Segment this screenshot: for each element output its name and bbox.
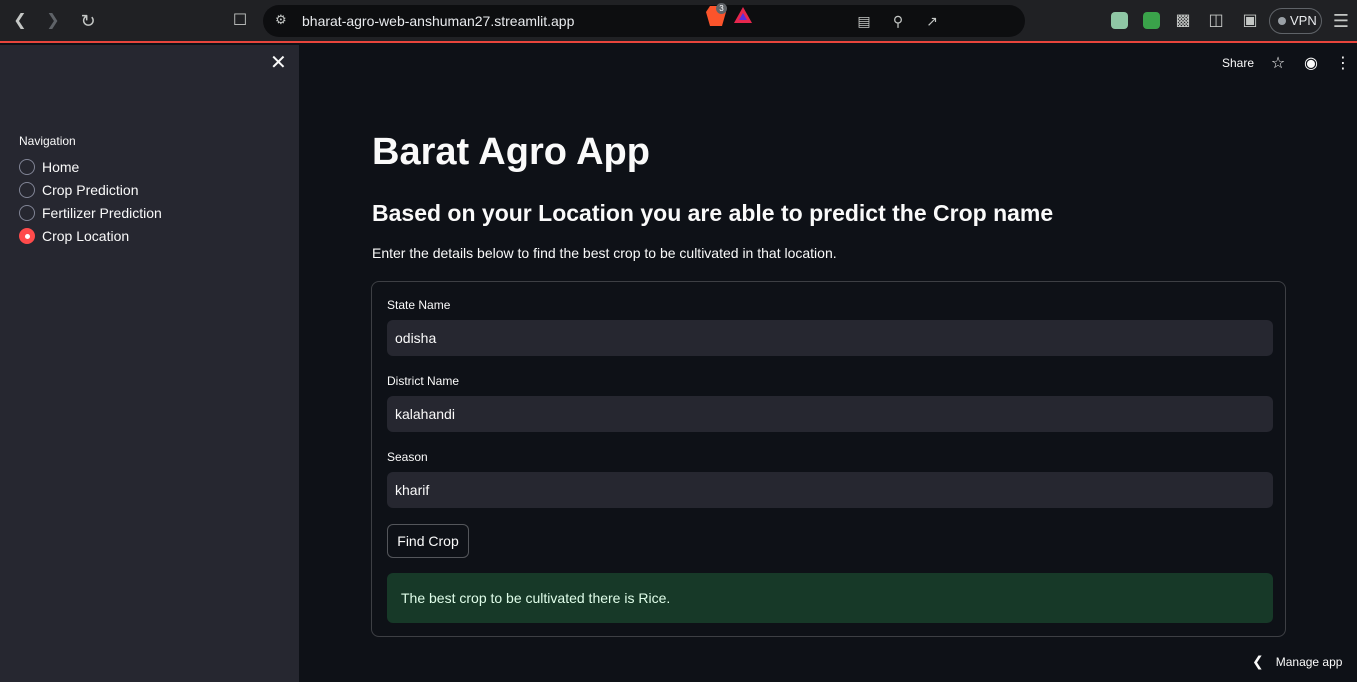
extension-chat-icon[interactable]: [1111, 12, 1128, 29]
nav-radio-crop-location[interactable]: Crop Location: [19, 226, 129, 246]
season-input[interactable]: kharif: [387, 472, 1273, 508]
menu-icon[interactable]: ☰: [1331, 11, 1351, 31]
browser-toolbar: ❮ ❯ ↻ ☐ ⚙ bharat-agro-web-anshuman27.str…: [0, 0, 1357, 43]
cast-icon[interactable]: ▤: [855, 12, 873, 30]
navigation-label: Navigation: [19, 134, 76, 148]
district-name-label: District Name: [387, 374, 460, 388]
radio-circle-selected[interactable]: [19, 228, 35, 244]
district-name-input[interactable]: kalahandi: [387, 396, 1273, 432]
address-bar[interactable]: ⚙ bharat-agro-web-anshuman27.streamlit.a…: [263, 5, 1025, 37]
manage-app-button[interactable]: ❮ Manage app: [1252, 653, 1342, 670]
radio-label: Fertilizer Prediction: [42, 205, 162, 221]
radio-circle[interactable]: [19, 205, 35, 221]
forward-icon[interactable]: ❯: [43, 11, 63, 31]
state-name-label: State Name: [387, 298, 451, 312]
star-icon[interactable]: ☆: [1269, 55, 1287, 73]
back-icon[interactable]: ❮: [10, 11, 30, 31]
nav-radio-home[interactable]: Home: [19, 157, 79, 177]
radio-circle[interactable]: [19, 182, 35, 198]
nav-radio-crop-prediction[interactable]: Crop Prediction: [19, 180, 139, 200]
state-name-input[interactable]: odisha: [387, 320, 1273, 356]
page-subtitle: Based on your Location you are able to p…: [372, 200, 1054, 226]
page-title: Barat Agro App: [372, 131, 650, 173]
extensions-puzzle-icon[interactable]: ▩: [1173, 11, 1193, 31]
github-icon[interactable]: ◉: [1302, 55, 1320, 73]
radio-label: Home: [42, 159, 80, 175]
radio-label: Crop Prediction: [42, 182, 139, 198]
bookmark-icon[interactable]: ☐: [230, 11, 250, 31]
nav-radio-fertilizer-prediction[interactable]: Fertilizer Prediction: [19, 203, 162, 223]
crop-location-form: State Name odisha District Name kalahand…: [371, 281, 1286, 637]
more-options-icon[interactable]: ⋮: [1334, 55, 1352, 73]
close-sidebar-icon[interactable]: ✕: [270, 53, 287, 73]
season-label: Season: [387, 450, 428, 464]
share-page-icon[interactable]: ↗: [923, 12, 941, 30]
radio-circle[interactable]: [19, 159, 35, 175]
zoom-icon[interactable]: ⚲: [889, 12, 907, 30]
chevron-left-icon: ❮: [1252, 653, 1264, 669]
site-settings-icon[interactable]: ⚙: [275, 13, 289, 27]
result-alert: The best crop to be cultivated there is …: [387, 573, 1273, 623]
page-description: Enter the details below to find the best…: [372, 245, 837, 261]
brave-rewards-icon[interactable]: [734, 7, 752, 23]
extension-download-icon[interactable]: [1143, 12, 1160, 29]
sidebar: ✕ Navigation Home Crop Prediction Fertil…: [0, 45, 299, 682]
manage-app-label: Manage app: [1275, 655, 1343, 669]
radio-label: Crop Location: [42, 228, 130, 244]
shields-count-badge: 3: [716, 3, 727, 14]
reload-icon[interactable]: ↻: [78, 11, 98, 31]
vpn-button[interactable]: VPN: [1269, 8, 1322, 34]
wallet-icon[interactable]: ▣: [1240, 11, 1260, 31]
find-crop-button[interactable]: Find Crop: [387, 524, 469, 558]
share-button[interactable]: Share: [1222, 56, 1254, 70]
sidebar-toggle-icon[interactable]: ◫: [1206, 11, 1226, 31]
url-text[interactable]: bharat-agro-web-anshuman27.streamlit.app: [302, 13, 574, 29]
